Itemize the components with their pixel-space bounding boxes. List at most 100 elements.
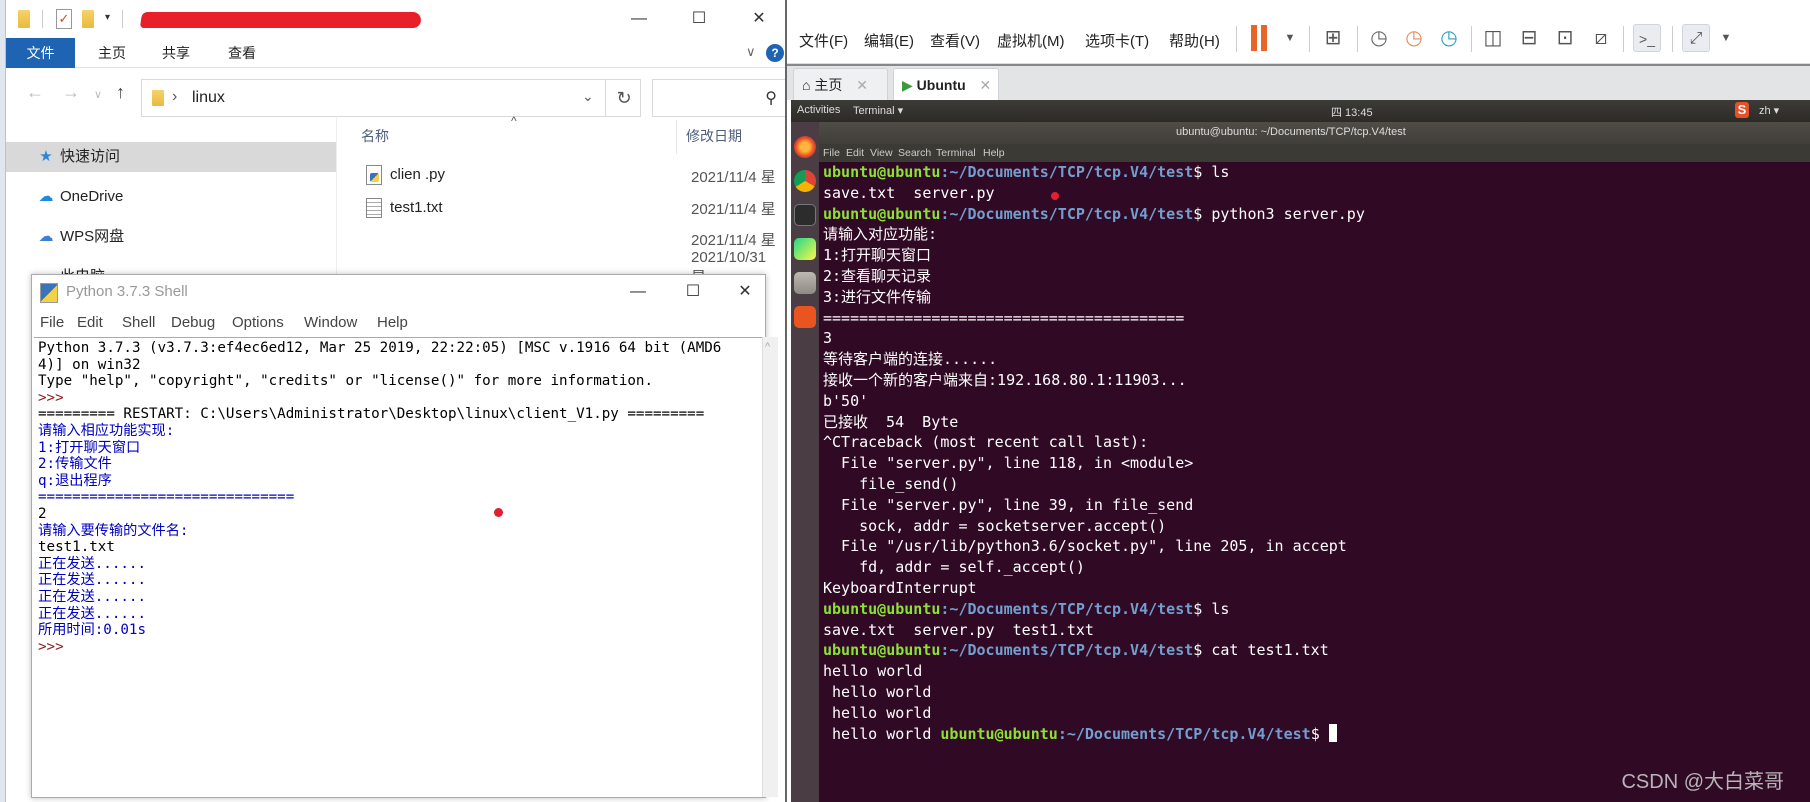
shell-line: Type "help", "copyright", "credits" or "… xyxy=(38,373,653,390)
recent-dropdown-icon[interactable]: ∨ xyxy=(94,88,102,101)
console-icon[interactable]: >_ xyxy=(1633,24,1661,52)
terminal-line: fd, addr = self._accept() xyxy=(823,558,1085,577)
chrome-icon[interactable] xyxy=(794,170,816,192)
help-icon[interactable]: ? xyxy=(766,44,784,62)
prompt-user: ubuntu@ubuntu xyxy=(823,599,941,618)
vertical-scrollbar[interactable]: ^ xyxy=(762,337,778,797)
quick-access-dropdown-icon[interactable]: ▾ xyxy=(105,12,110,23)
menu-file[interactable]: File xyxy=(823,147,840,159)
terminal-line: hello world xyxy=(823,682,932,701)
tab-share[interactable]: 共享 xyxy=(146,38,206,68)
menu-view[interactable]: View xyxy=(870,147,893,159)
view-library-icon[interactable]: ◫ xyxy=(1479,24,1507,52)
file-name: clien .py xyxy=(390,166,446,183)
terminal-output[interactable]: ubuntu@ubuntu:~/Documents/TCP/tcp.V4/tes… xyxy=(821,162,1810,802)
redacted-title xyxy=(139,12,423,28)
menu-shell[interactable]: Shell xyxy=(122,309,155,337)
column-header-name[interactable]: 名称 xyxy=(361,126,389,146)
files-icon[interactable] xyxy=(794,272,816,294)
menu-edit[interactable]: Edit xyxy=(77,309,103,337)
nav-item-wps-cloud[interactable]: ☁ WPS网盘 xyxy=(6,222,336,252)
view-thumbnail-icon[interactable]: ⊟ xyxy=(1515,24,1543,52)
software-center-icon[interactable] xyxy=(794,306,816,328)
address-bar[interactable]: › linux ⌄ ↻ xyxy=(141,79,641,117)
language-selector[interactable]: zh ▾ xyxy=(1759,104,1779,117)
stretch-icon[interactable]: ⤢ xyxy=(1682,24,1710,52)
address-path[interactable]: linux xyxy=(192,89,225,107)
shell-output[interactable]: Python 3.7.3 (v3.7.3:ef4ec6ed12, Mar 25 … xyxy=(34,337,764,797)
terminal-icon[interactable] xyxy=(794,204,816,226)
refresh-icon[interactable]: ↻ xyxy=(605,80,642,116)
app-menu-terminal[interactable]: Terminal ▾ xyxy=(853,104,903,117)
menu-vm[interactable]: 虚拟机(M) xyxy=(997,30,1065,51)
sogou-ime-icon[interactable]: S xyxy=(1735,102,1749,118)
properties-icon[interactable]: ✓ xyxy=(56,9,72,29)
menu-file[interactable]: 文件(F) xyxy=(799,30,848,51)
file-row[interactable]: clien .py xyxy=(366,162,445,188)
menu-terminal[interactable]: Terminal xyxy=(936,147,976,159)
activities-button[interactable]: Activities xyxy=(797,104,840,116)
menu-help[interactable]: Help xyxy=(983,147,1005,159)
menu-window[interactable]: Window xyxy=(304,309,357,337)
minimize-button[interactable]: — xyxy=(616,6,662,34)
shell-line: 2:传输文件 xyxy=(38,456,112,473)
menu-file[interactable]: File xyxy=(40,309,64,337)
dropdown-icon[interactable]: ▼ xyxy=(1276,24,1304,52)
maximize-button[interactable]: ☐ xyxy=(670,279,716,307)
menu-help[interactable]: Help xyxy=(377,309,408,337)
back-arrow-icon[interactable]: ← xyxy=(26,82,44,103)
maximize-button[interactable]: ☐ xyxy=(676,6,722,34)
vm-tab-bar: ⌂ 主页 ✕ ▶ Ubuntu ✕ xyxy=(787,64,1810,102)
nav-item-onedrive[interactable]: ☁ OneDrive xyxy=(6,182,336,212)
menu-view[interactable]: 查看(V) xyxy=(930,30,980,51)
pause-icon[interactable] xyxy=(1249,25,1269,51)
search-input[interactable]: ⚲ xyxy=(652,79,786,117)
vmware-menubar: 文件(F) 编辑(E) 查看(V) 虚拟机(M) 选项卡(T) 帮助(H) ▼ … xyxy=(787,14,1810,64)
command-text: $ xyxy=(1310,724,1329,743)
file-row[interactable]: test1.txt xyxy=(366,195,443,221)
clock[interactable]: 四 13:45 xyxy=(1331,104,1373,120)
send-keys-icon[interactable]: ⊞ xyxy=(1319,24,1347,52)
expand-ribbon-icon[interactable]: ∨ xyxy=(746,44,756,60)
chevron-right-icon[interactable]: › xyxy=(172,88,177,106)
minimize-button[interactable]: — xyxy=(615,279,661,307)
tab-view[interactable]: 查看 xyxy=(212,38,272,68)
tab-ubuntu[interactable]: ▶ Ubuntu ✕ xyxy=(893,68,999,102)
close-icon[interactable]: ✕ xyxy=(980,77,992,93)
chevron-down-icon[interactable]: ⌄ xyxy=(582,88,594,105)
menu-edit[interactable]: Edit xyxy=(846,147,864,159)
new-folder-icon[interactable] xyxy=(82,10,94,28)
menu-options[interactable]: Options xyxy=(232,309,284,337)
close-button[interactable]: ✕ xyxy=(722,279,768,307)
menu-tabs[interactable]: 选项卡(T) xyxy=(1085,30,1149,51)
fullscreen-icon[interactable]: ⊡ xyxy=(1551,24,1579,52)
column-divider[interactable] xyxy=(676,120,677,154)
column-header-modified[interactable]: 修改日期 xyxy=(686,126,742,146)
up-arrow-icon[interactable]: ↑ xyxy=(116,82,125,103)
firefox-icon[interactable] xyxy=(794,136,816,158)
menu-help[interactable]: 帮助(H) xyxy=(1169,30,1220,51)
snapshot-revert-icon[interactable]: ◷ xyxy=(1400,24,1428,52)
unity-icon[interactable]: ⧄ xyxy=(1587,24,1615,52)
prompt-path: :~/Documents/TCP/tcp.V4/test xyxy=(940,599,1194,618)
shell-line: 请输入相应功能实现: xyxy=(38,422,175,439)
ribbon-tabs: 文件 主页 共享 查看 ∨ ? xyxy=(6,38,786,68)
forward-arrow-icon[interactable]: → xyxy=(62,82,80,103)
scroll-up-icon[interactable]: ^ xyxy=(765,341,770,353)
close-icon[interactable]: ✕ xyxy=(856,77,868,93)
tab-home[interactable]: 主页 xyxy=(82,38,142,68)
tab-home[interactable]: ⌂ 主页 ✕ xyxy=(793,68,888,102)
menu-search[interactable]: Search xyxy=(898,147,931,159)
menu-edit[interactable]: 编辑(E) xyxy=(864,30,914,51)
folder-icon xyxy=(152,90,164,106)
dropdown-icon[interactable]: ▼ xyxy=(1712,24,1740,52)
close-button[interactable]: ✕ xyxy=(736,6,782,34)
ubuntu-desktop[interactable]: Activities Terminal ▾ 四 13:45 S zh ▾ ubu… xyxy=(791,100,1810,802)
nav-item-quick-access[interactable]: ★ 快速访问 xyxy=(6,142,336,172)
tab-file[interactable]: 文件 xyxy=(6,38,75,68)
snapshot-take-icon[interactable]: ◷ xyxy=(1365,24,1393,52)
menu-debug[interactable]: Debug xyxy=(171,309,215,337)
snapshot-manager-icon[interactable]: ◷ xyxy=(1435,24,1463,52)
pycharm-icon[interactable] xyxy=(794,238,816,260)
terminal-line: ======================================== xyxy=(823,308,1185,327)
